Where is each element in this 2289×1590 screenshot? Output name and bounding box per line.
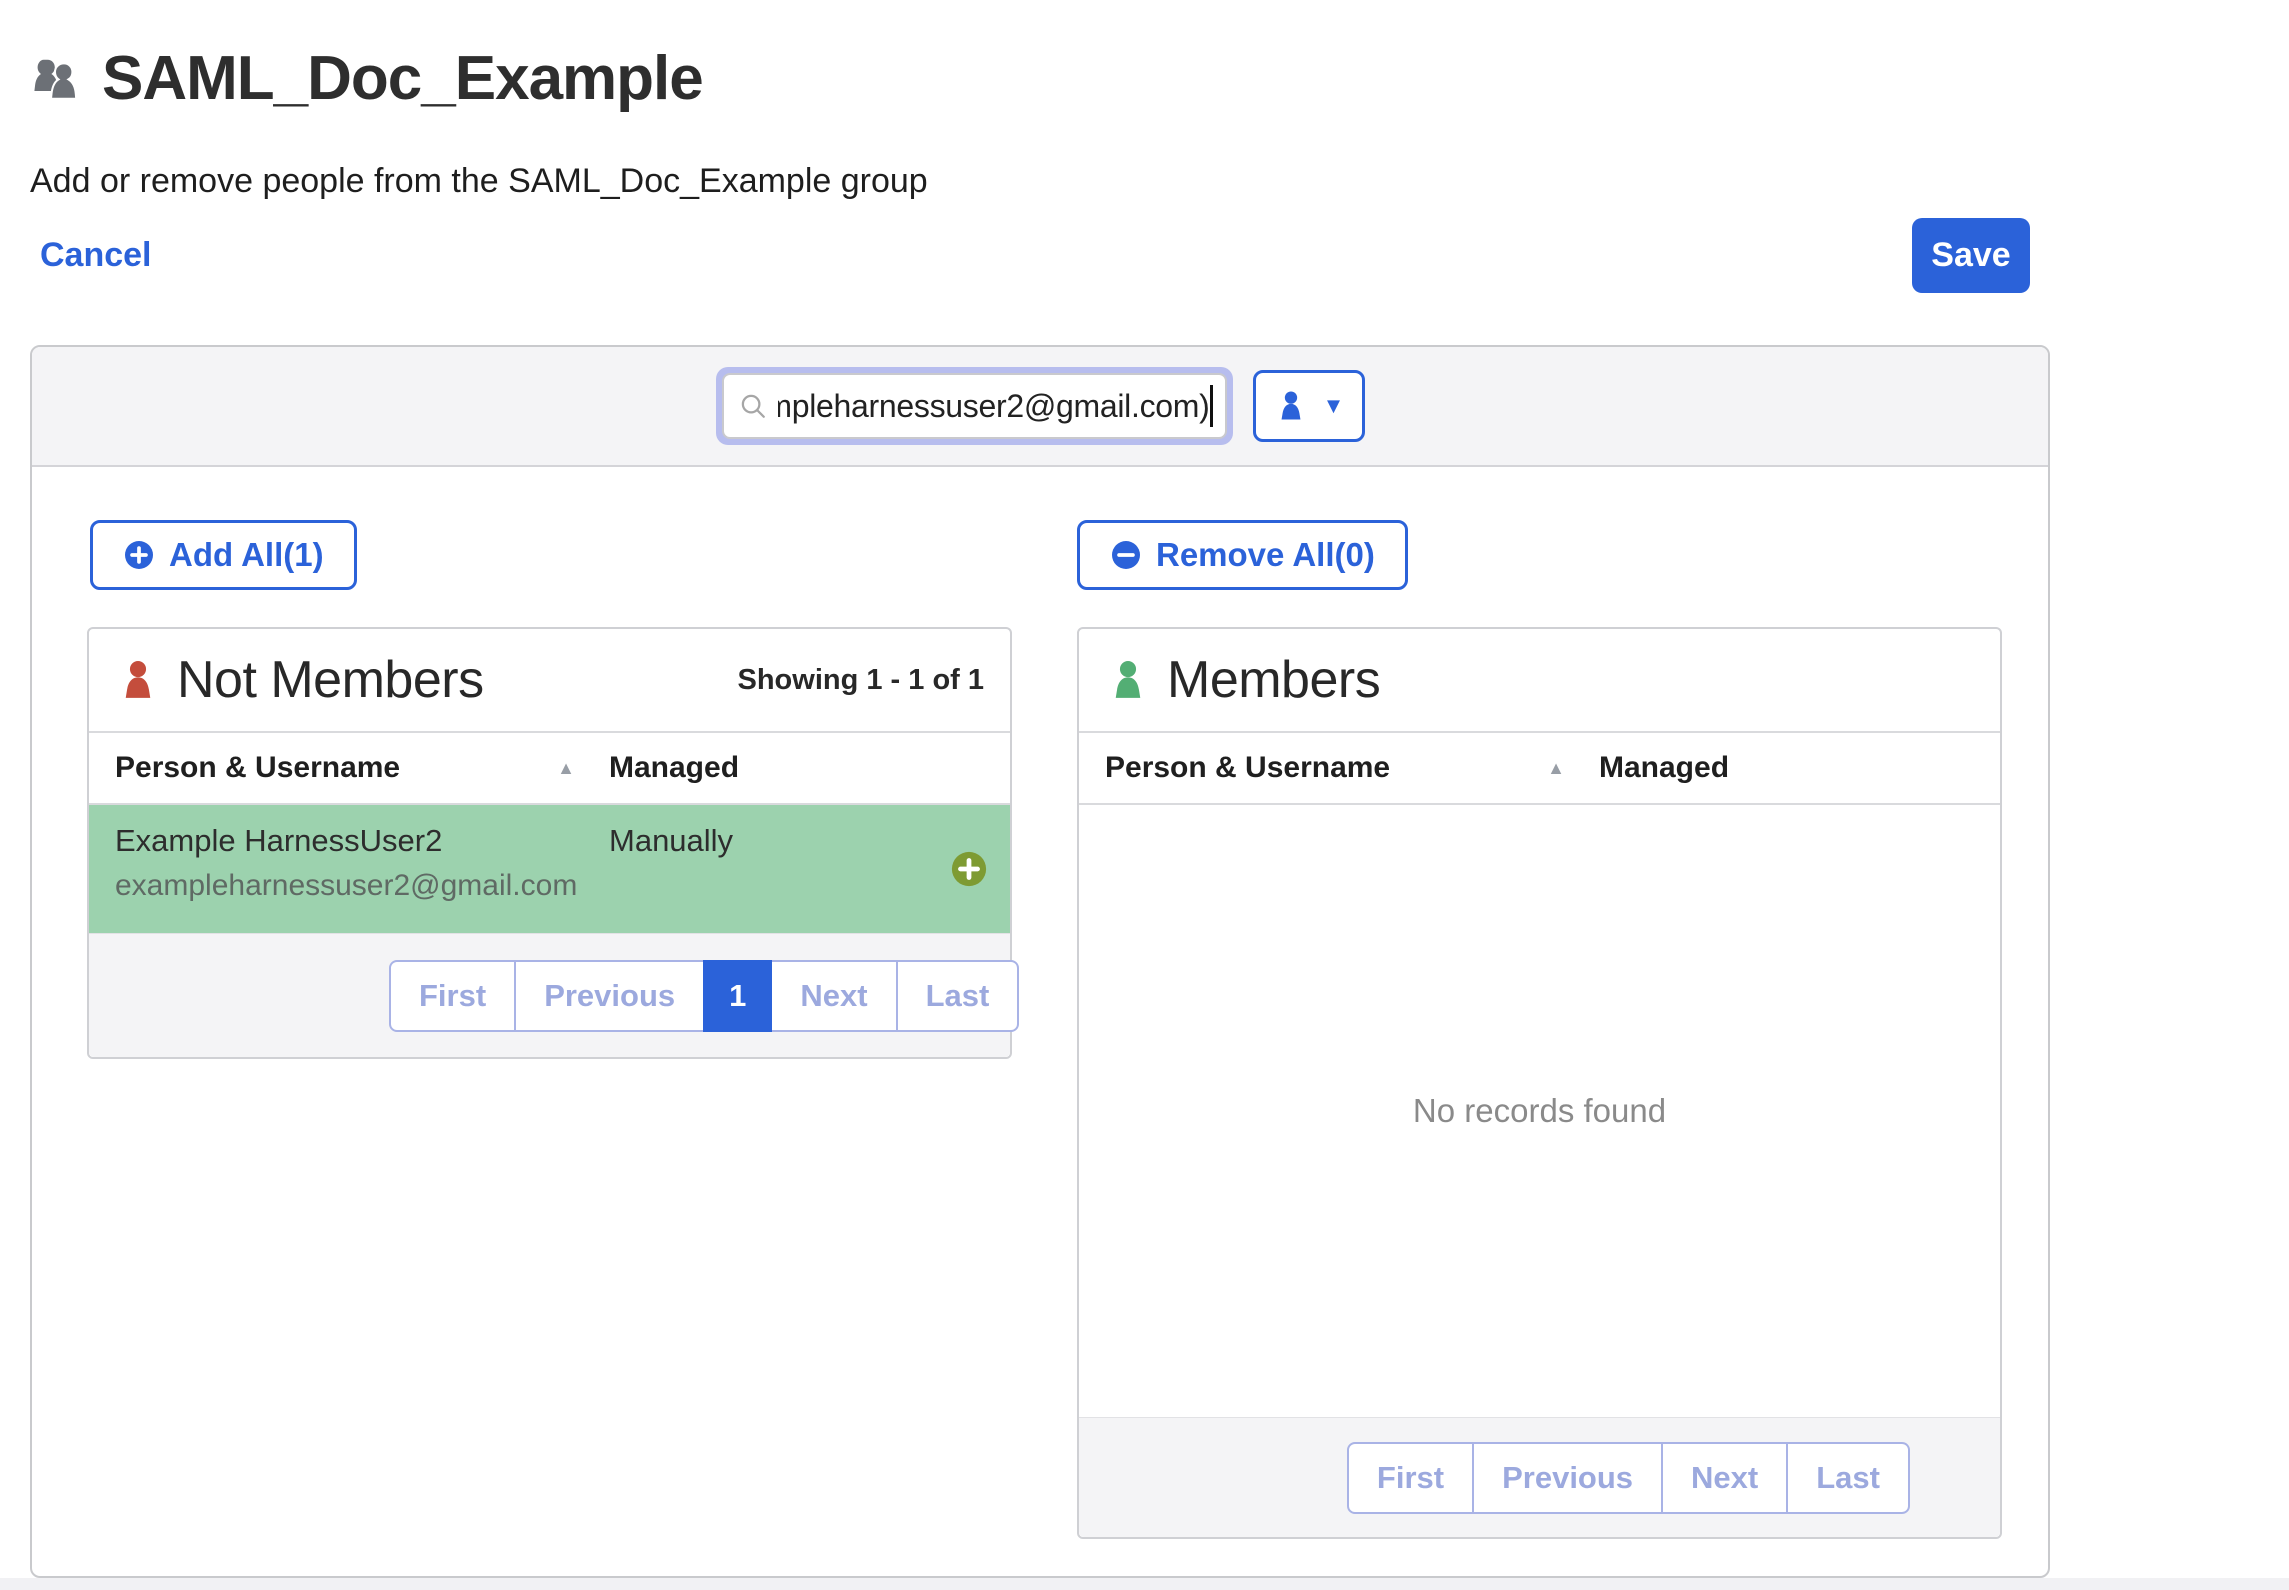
- empty-state: No records found: [1079, 805, 2000, 1417]
- caret-down-icon: ▼: [1323, 395, 1345, 417]
- pagination-last-button[interactable]: Last: [896, 960, 1020, 1032]
- group-membership-panel: ampleharnessuser2@gmail.com) ▼ Add All(1…: [30, 345, 2050, 1578]
- not-members-card: Not Members Showing 1 - 1 of 1 Person & …: [87, 627, 1012, 1059]
- column-person-username[interactable]: Person & Username ▲: [1079, 751, 1599, 785]
- save-button[interactable]: Save: [1912, 218, 2030, 293]
- sort-ascending-icon: ▲: [1547, 758, 1565, 779]
- person-icon-green: [1105, 657, 1151, 703]
- pagination-previous-button[interactable]: Previous: [514, 960, 705, 1032]
- pagination-next-button[interactable]: Next: [770, 960, 897, 1032]
- remove-all-label: Remove All(0): [1156, 536, 1375, 574]
- person-icon-red: [115, 657, 161, 703]
- search-value-clip: ampleharnessuser2@gmail.com): [778, 385, 1213, 427]
- search-filter-dropdown[interactable]: ▼: [1253, 370, 1365, 442]
- group-users-icon: [28, 53, 86, 105]
- members-column-headers: Person & Username ▲ Managed: [1079, 731, 2000, 805]
- page-title: SAML_Doc_Example: [102, 48, 703, 110]
- column-person-label: Person & Username: [1105, 751, 1390, 785]
- row-username: exampleharnessuser2@gmail.com: [115, 869, 609, 903]
- person-icon: [1273, 388, 1309, 424]
- pagination-first-button[interactable]: First: [389, 960, 516, 1032]
- column-managed[interactable]: Managed: [609, 751, 1010, 785]
- add-all-button[interactable]: Add All(1): [90, 520, 357, 590]
- page-header: SAML_Doc_Example: [28, 48, 703, 110]
- search-value: ampleharnessuser2@gmail.com): [778, 388, 1210, 425]
- page-subtitle: Add or remove people from the SAML_Doc_E…: [30, 162, 928, 201]
- page-bottom-strip: [0, 1578, 2289, 1590]
- search-icon: [738, 391, 768, 421]
- text-caret: [1210, 385, 1213, 427]
- not-members-column-headers: Person & Username ▲ Managed: [89, 731, 1010, 805]
- add-plus-circle-icon[interactable]: [950, 850, 988, 888]
- column-managed[interactable]: Managed: [1599, 751, 2000, 785]
- cell-person-username: Example HarnessUser2 exampleharnessuser2…: [89, 805, 609, 933]
- add-all-label: Add All(1): [169, 536, 324, 574]
- row-name: Example HarnessUser2: [115, 823, 609, 859]
- pagination-next-button[interactable]: Next: [1661, 1442, 1788, 1514]
- plus-circle-icon: [123, 539, 155, 571]
- not-members-pagination: First Previous 1 Next Last: [389, 960, 1019, 1032]
- members-title: Members: [1167, 650, 1380, 710]
- search-focus-ring: ampleharnessuser2@gmail.com): [716, 367, 1233, 445]
- not-members-title: Not Members: [177, 650, 484, 710]
- sort-ascending-icon: ▲: [557, 758, 575, 779]
- minus-circle-icon: [1110, 539, 1142, 571]
- cancel-link[interactable]: Cancel: [40, 236, 152, 275]
- search-bar: ampleharnessuser2@gmail.com) ▼: [32, 347, 2048, 467]
- members-footer: First Previous Next Last: [1079, 1417, 2000, 1537]
- pagination-first-button[interactable]: First: [1347, 1442, 1474, 1514]
- table-row-not-member[interactable]: Example HarnessUser2 exampleharnessuser2…: [89, 805, 1010, 933]
- pagination-last-button[interactable]: Last: [1786, 1442, 1910, 1514]
- pagination-page-1-button[interactable]: 1: [703, 960, 772, 1032]
- column-person-username[interactable]: Person & Username ▲: [89, 751, 609, 785]
- members-header: Members: [1079, 629, 2000, 731]
- column-person-label: Person & Username: [115, 751, 400, 785]
- pagination-previous-button[interactable]: Previous: [1472, 1442, 1663, 1514]
- members-pagination: First Previous Next Last: [1347, 1442, 1910, 1514]
- showing-count: Showing 1 - 1 of 1: [737, 664, 984, 697]
- members-card: Members Person & Username ▲ Managed No r…: [1077, 627, 2002, 1539]
- remove-all-button[interactable]: Remove All(0): [1077, 520, 1408, 590]
- not-members-footer: First Previous 1 Next Last: [89, 933, 1010, 1057]
- search-input[interactable]: ampleharnessuser2@gmail.com): [722, 373, 1227, 439]
- not-members-header: Not Members Showing 1 - 1 of 1: [89, 629, 1010, 731]
